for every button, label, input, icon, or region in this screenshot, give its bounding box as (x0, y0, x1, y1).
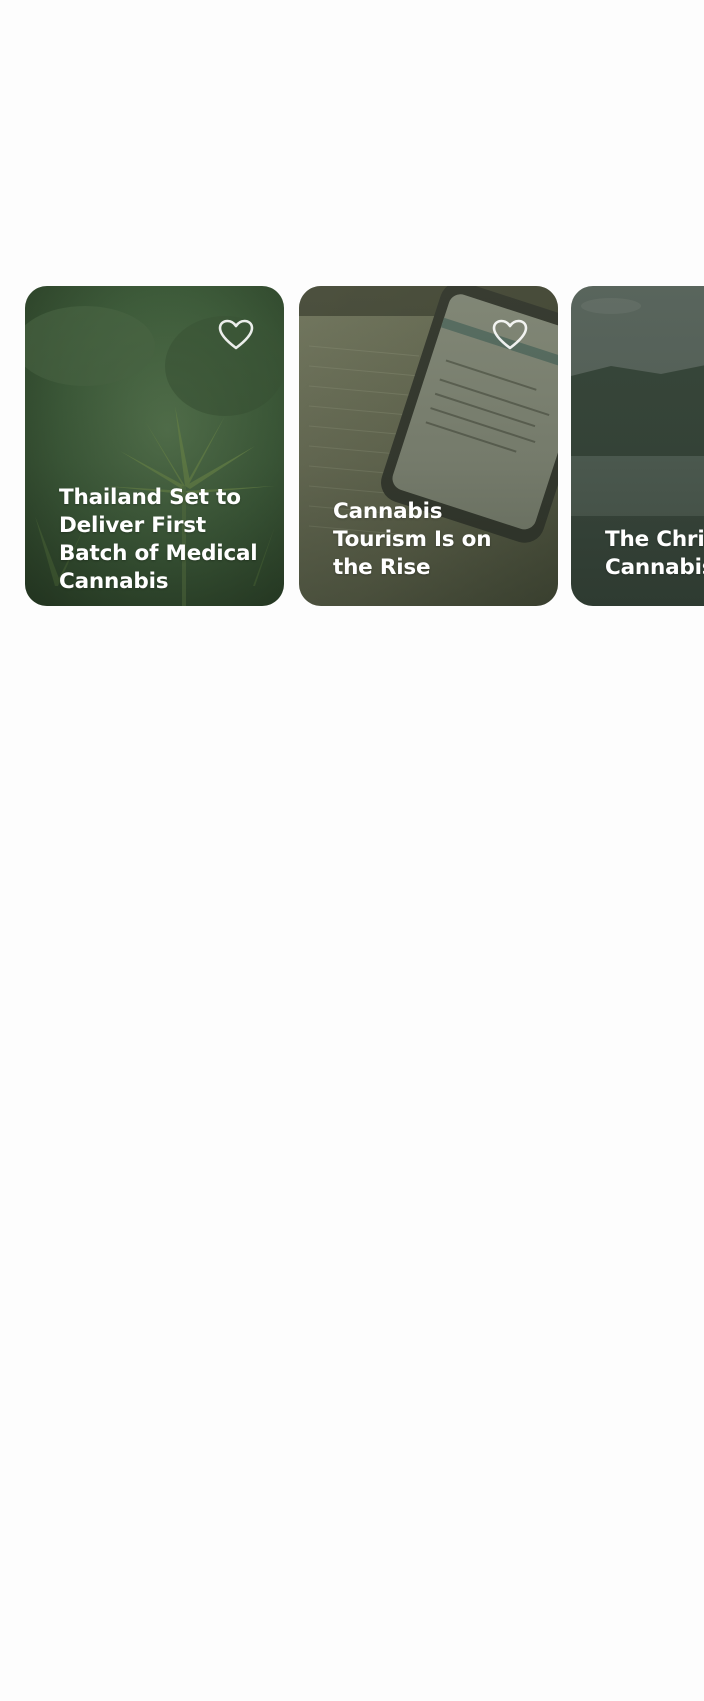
article-card-3[interactable]: The Chris Case for Cannabis (571, 286, 704, 606)
article-card-1[interactable]: Thailand Set to Deliver First Batch of M… (25, 286, 284, 606)
article-title[interactable]: Thailand Set to Deliver First Batch of M… (59, 484, 262, 596)
heart-outline-icon (492, 319, 528, 350)
favorite-button[interactable] (490, 316, 530, 354)
article-title[interactable]: The Chris Case for Cannabis (605, 526, 704, 582)
heart-outline-icon (218, 319, 254, 350)
article-title[interactable]: Cannabis Tourism Is on the Rise (333, 498, 536, 582)
article-card-2[interactable]: Cannabis Tourism Is on the Rise (299, 286, 558, 606)
favorite-button[interactable] (216, 316, 256, 354)
page: Thailand Set to Deliver First Batch of M… (0, 0, 704, 1701)
article-carousel[interactable]: Thailand Set to Deliver First Batch of M… (0, 286, 704, 606)
